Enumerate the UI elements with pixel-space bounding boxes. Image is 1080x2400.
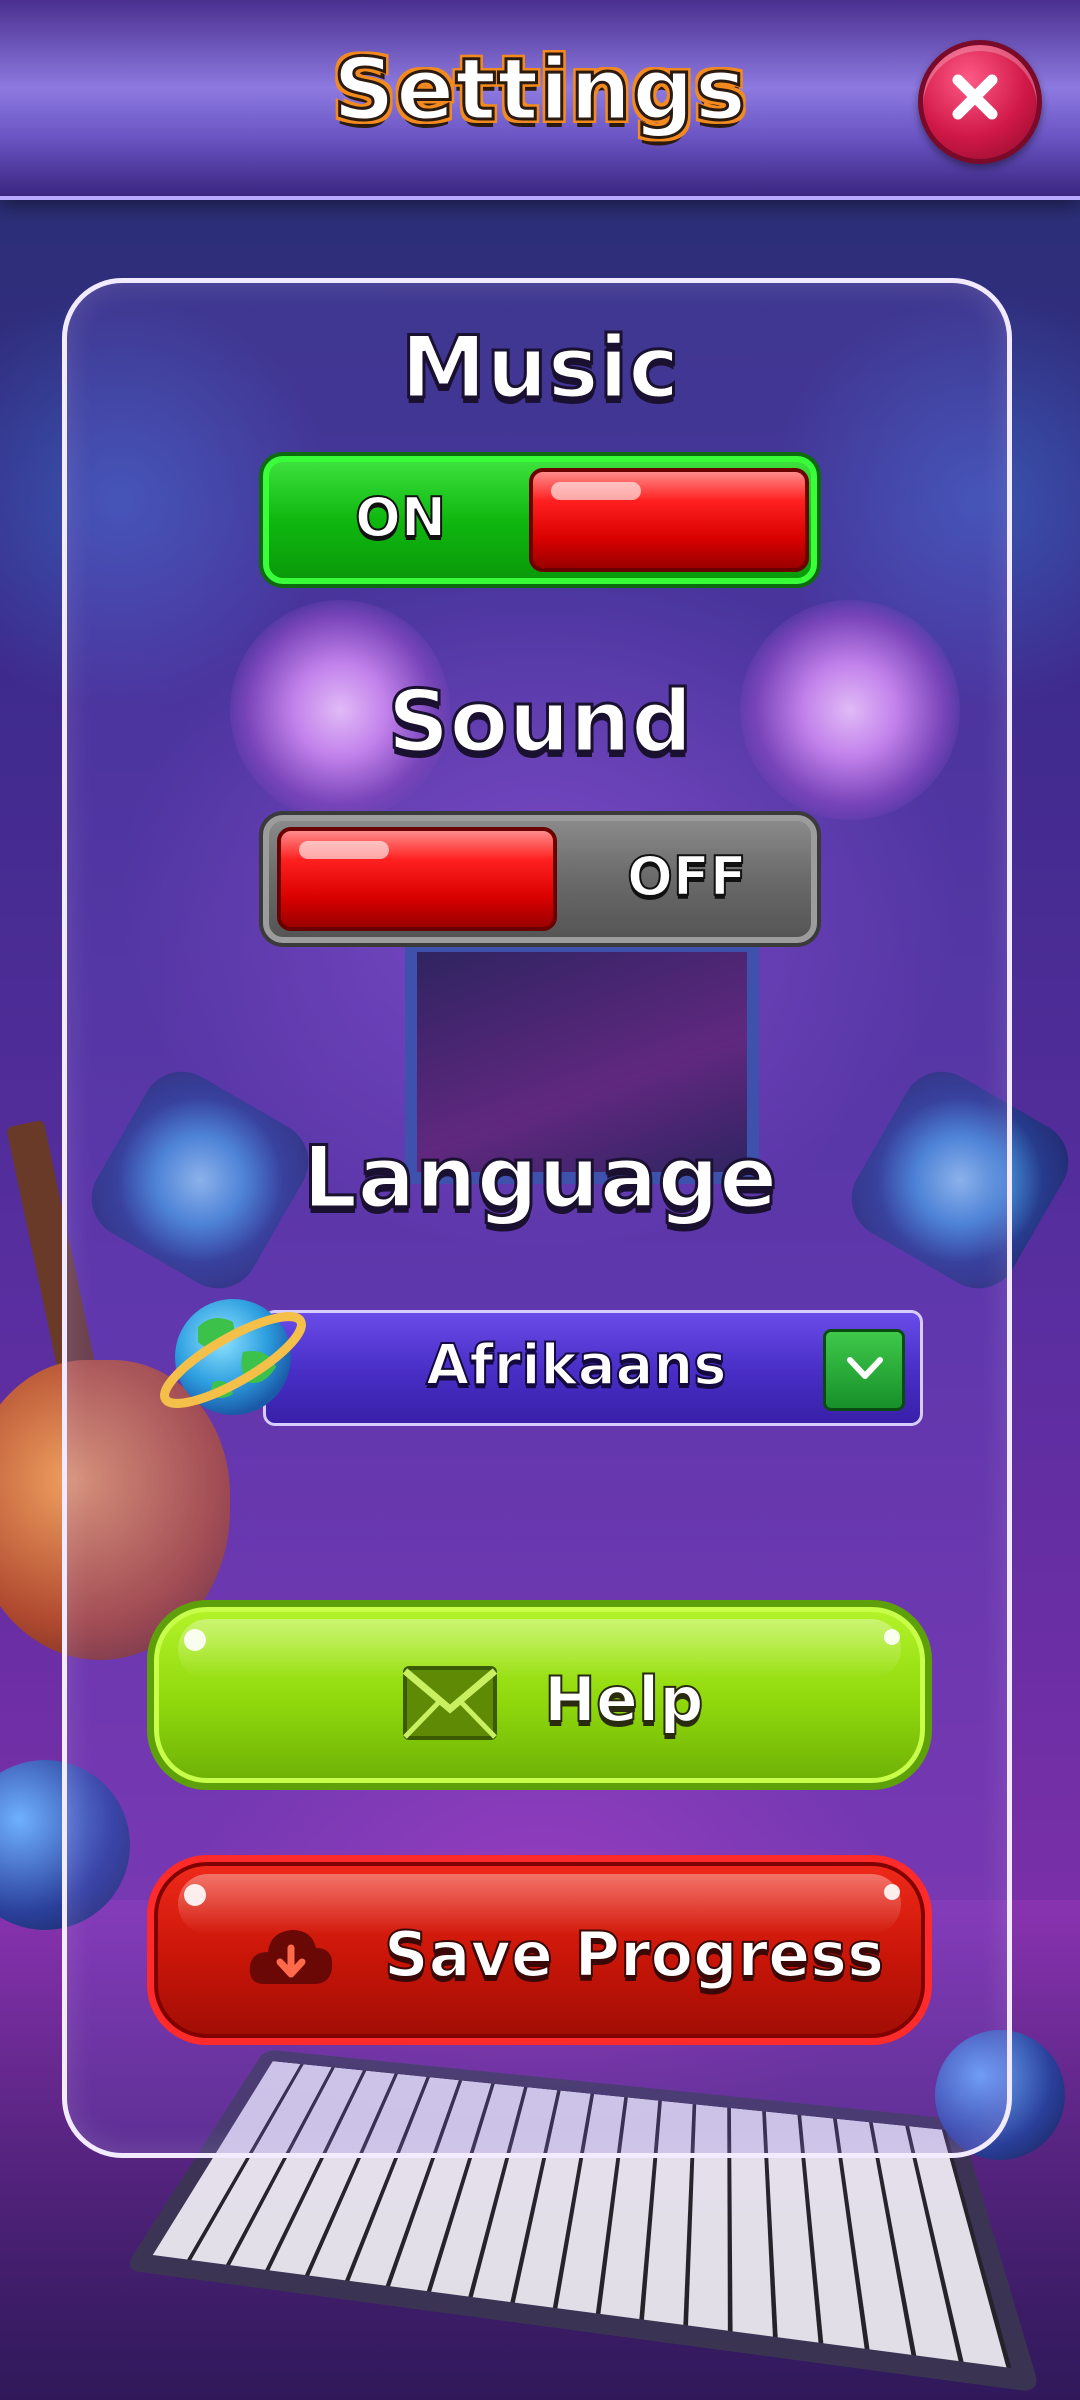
music-label: Music — [399, 317, 680, 420]
help-button-label: Help — [543, 1662, 705, 1737]
language-selected-value: Afrikaans — [425, 1332, 728, 1399]
help-button[interactable]: Help — [147, 1600, 932, 1790]
dropdown-toggle[interactable] — [823, 1329, 905, 1411]
sound-toggle[interactable]: OFF — [263, 815, 817, 943]
close-icon — [952, 74, 998, 120]
globe-icon — [160, 1299, 306, 1415]
mail-icon — [402, 1666, 498, 1740]
chevron-down-icon — [847, 1357, 883, 1379]
button-shine — [884, 1629, 900, 1645]
cloud-download-icon — [249, 1930, 333, 1984]
language-label: Language — [301, 1127, 779, 1230]
sound-toggle-state: OFF — [626, 844, 748, 909]
music-toggle[interactable]: ON — [263, 456, 817, 584]
header-bar: Settings — [0, 0, 1080, 200]
music-toggle-state: ON — [354, 485, 447, 550]
button-shine — [184, 1629, 206, 1651]
close-button[interactable] — [918, 40, 1042, 164]
save-progress-button[interactable]: Save Progress — [147, 1855, 932, 2045]
sound-label: Sound — [386, 671, 694, 774]
sound-toggle-knob — [277, 827, 557, 931]
music-toggle-knob — [529, 468, 809, 572]
button-shine — [884, 1884, 900, 1900]
save-progress-button-label: Save Progress — [383, 1917, 885, 1992]
button-shine — [184, 1884, 206, 1906]
language-dropdown[interactable]: Afrikaans — [263, 1310, 923, 1426]
